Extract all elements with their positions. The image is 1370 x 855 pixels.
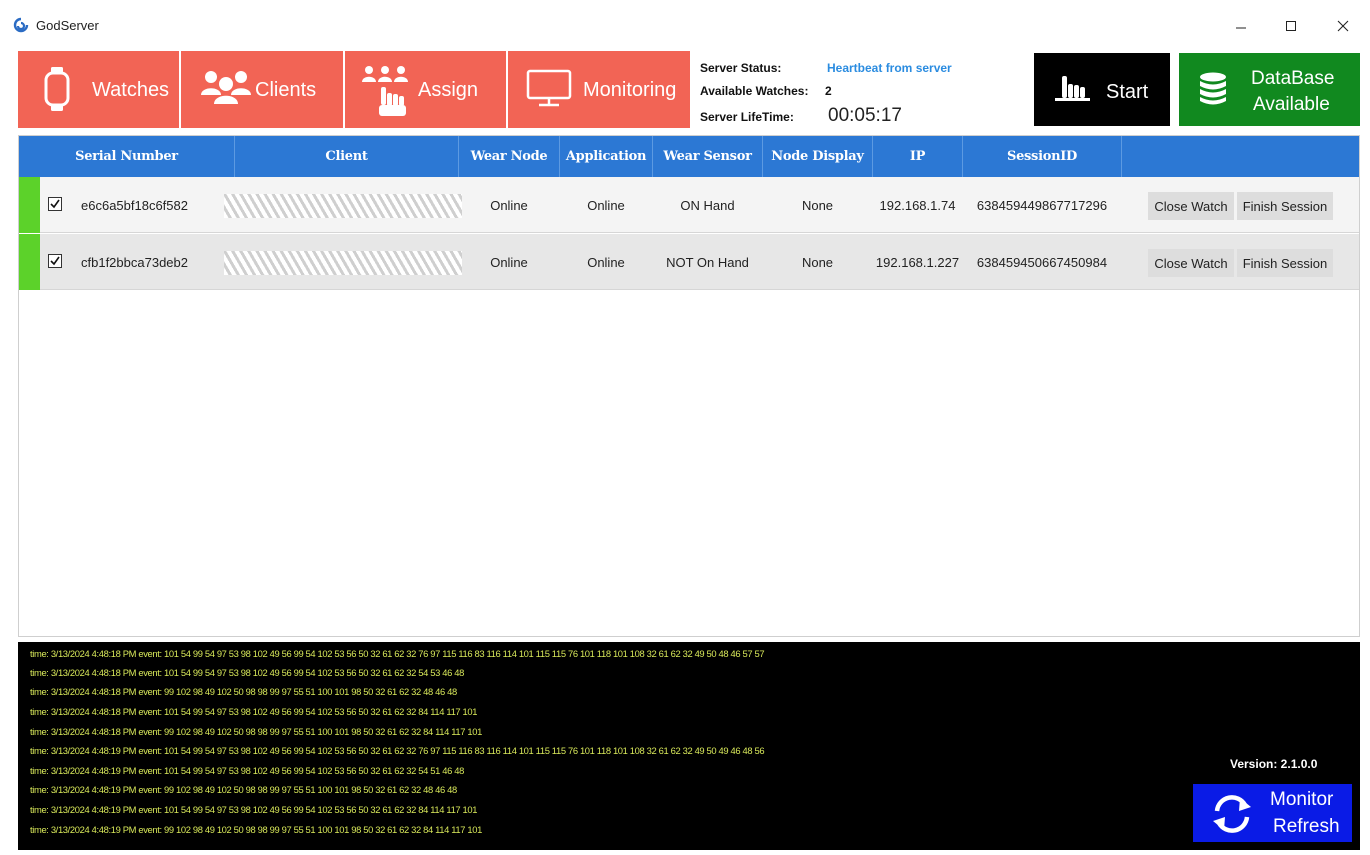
cell-session-id: 638459450667450984 bbox=[976, 254, 1108, 270]
log-line: time: 3/13/2024 4:48:19 PM event: 101 54… bbox=[30, 804, 478, 815]
nav-clients-label: Clients bbox=[255, 79, 317, 101]
nav-watches-button[interactable]: Watches bbox=[18, 51, 179, 128]
log-line: time: 3/13/2024 4:48:19 PM event: 101 54… bbox=[30, 765, 464, 776]
column-header-node-display[interactable]: Node Display bbox=[763, 136, 872, 177]
log-line: time: 3/13/2024 4:48:18 PM event: 99 102… bbox=[30, 686, 457, 697]
column-header-actions bbox=[1122, 136, 1359, 177]
column-header-client[interactable]: Client bbox=[235, 136, 458, 177]
start-button[interactable]: Start bbox=[1034, 53, 1170, 126]
table-header: Serial Number Client Wear Node Applicati… bbox=[19, 136, 1359, 177]
log-line: time: 3/13/2024 4:48:19 PM event: 99 102… bbox=[30, 784, 457, 795]
finish-session-button[interactable]: Finish Session bbox=[1237, 249, 1333, 277]
cell-wear-sensor: NOT On Hand bbox=[666, 254, 749, 270]
close-watch-button[interactable]: Close Watch bbox=[1148, 249, 1234, 277]
finish-session-button[interactable]: Finish Session bbox=[1237, 192, 1333, 220]
window-title: GodServer bbox=[36, 18, 99, 33]
column-header-session-id[interactable]: SessionID bbox=[963, 136, 1121, 177]
cell-application: Online bbox=[587, 197, 625, 213]
log-line: time: 3/13/2024 4:48:18 PM event: 99 102… bbox=[30, 726, 483, 737]
table-row[interactable]: e6c6a5bf18c6f582 Online Online ON Hand N… bbox=[19, 177, 1359, 233]
checkmark-icon bbox=[50, 256, 60, 266]
log-line: time: 3/13/2024 4:48:19 PM event: 99 102… bbox=[30, 824, 483, 835]
table-row[interactable]: cfb1f2bbca73deb2 Online Online NOT On Ha… bbox=[19, 234, 1359, 290]
monitor-icon bbox=[526, 69, 572, 107]
nav-monitoring-label: Monitoring bbox=[583, 79, 677, 101]
server-status-label: Server Status: bbox=[700, 61, 782, 75]
column-header-ip[interactable]: IP bbox=[873, 136, 962, 177]
close-icon bbox=[1337, 20, 1349, 32]
monitor-refresh-line1: Monitor bbox=[1270, 789, 1334, 810]
database-label-line2: Available bbox=[1253, 94, 1330, 115]
available-watches-value: 2 bbox=[825, 84, 832, 98]
nav-assign-label: Assign bbox=[418, 79, 479, 101]
cell-node-display: None bbox=[801, 254, 834, 270]
version-label: Version: 2.1.0.0 bbox=[1230, 757, 1318, 771]
cell-client-placeholder[interactable] bbox=[224, 194, 462, 218]
cell-ip: 192.168.1.227 bbox=[875, 254, 960, 270]
log-line: time: 3/13/2024 4:48:19 PM event: 101 54… bbox=[30, 745, 765, 756]
database-icon bbox=[1200, 72, 1226, 105]
row-status-indicator bbox=[19, 234, 40, 290]
maximize-icon bbox=[1286, 21, 1296, 31]
close-button[interactable] bbox=[1320, 10, 1366, 42]
minimize-button[interactable] bbox=[1218, 10, 1264, 42]
available-watches-label: Available Watches: bbox=[700, 84, 809, 98]
monitor-refresh-button[interactable]: Monitor Refresh bbox=[1193, 784, 1352, 842]
column-header-serial-number[interactable]: Serial Number bbox=[19, 136, 234, 177]
title-bar: GodServer bbox=[0, 0, 1370, 46]
server-lifetime-value: 00:05:17 bbox=[828, 105, 902, 126]
close-watch-button[interactable]: Close Watch bbox=[1148, 192, 1234, 220]
log-line: time: 3/13/2024 4:48:18 PM event: 101 54… bbox=[30, 648, 765, 659]
column-header-application[interactable]: Application bbox=[560, 136, 652, 177]
cell-client-placeholder[interactable] bbox=[224, 251, 462, 275]
row-checkbox[interactable] bbox=[48, 197, 62, 211]
cell-wear-sensor: ON Hand bbox=[680, 197, 735, 213]
row-status-indicator bbox=[19, 177, 40, 233]
watches-table: Serial Number Client Wear Node Applicati… bbox=[18, 135, 1360, 637]
refresh-icon bbox=[1213, 795, 1251, 833]
nav-watches-label: Watches bbox=[92, 79, 170, 101]
minimize-icon bbox=[1236, 27, 1246, 29]
column-header-wear-sensor[interactable]: Wear Sensor bbox=[653, 136, 762, 177]
app-logo-icon bbox=[13, 17, 29, 33]
database-status-button[interactable]: DataBase Available bbox=[1179, 53, 1360, 126]
start-label: Start bbox=[1106, 81, 1149, 103]
checkmark-icon bbox=[50, 199, 60, 209]
cell-serial-number: cfb1f2bbca73deb2 bbox=[81, 254, 188, 270]
cell-serial-number: e6c6a5bf18c6f582 bbox=[81, 197, 188, 213]
column-header-wear-node[interactable]: Wear Node bbox=[459, 136, 559, 177]
maximize-button[interactable] bbox=[1268, 10, 1314, 42]
cell-wear-node: Online bbox=[490, 197, 528, 213]
database-label-line1: DataBase bbox=[1251, 68, 1335, 89]
nav-monitoring-button[interactable]: Monitoring bbox=[508, 51, 690, 128]
row-checkbox[interactable] bbox=[48, 254, 62, 268]
touch-hand-icon bbox=[1055, 76, 1090, 101]
assign-touch-icon bbox=[362, 66, 408, 116]
log-line: time: 3/13/2024 4:48:18 PM event: 101 54… bbox=[30, 706, 478, 717]
log-line: time: 3/13/2024 4:48:18 PM event: 101 54… bbox=[30, 667, 464, 678]
monitor-refresh-line2: Refresh bbox=[1273, 816, 1340, 837]
event-log-console[interactable]: time: 3/13/2024 4:48:18 PM event: 101 54… bbox=[18, 642, 1360, 850]
watch-icon bbox=[44, 67, 70, 111]
cell-ip: 192.168.1.74 bbox=[879, 197, 956, 213]
server-status-value: Heartbeat from server bbox=[827, 61, 952, 75]
server-status-panel: Server Status: Heartbeat from server Ava… bbox=[700, 58, 1030, 128]
nav-assign-button[interactable]: Assign bbox=[345, 51, 506, 128]
cell-session-id: 638459449867717296 bbox=[976, 197, 1108, 213]
nav-clients-button[interactable]: Clients bbox=[181, 51, 343, 128]
cell-application: Online bbox=[587, 254, 625, 270]
cell-wear-node: Online bbox=[490, 254, 528, 270]
server-lifetime-label: Server LifeTime: bbox=[700, 110, 794, 124]
users-icon bbox=[201, 71, 251, 104]
cell-node-display: None bbox=[801, 197, 834, 213]
